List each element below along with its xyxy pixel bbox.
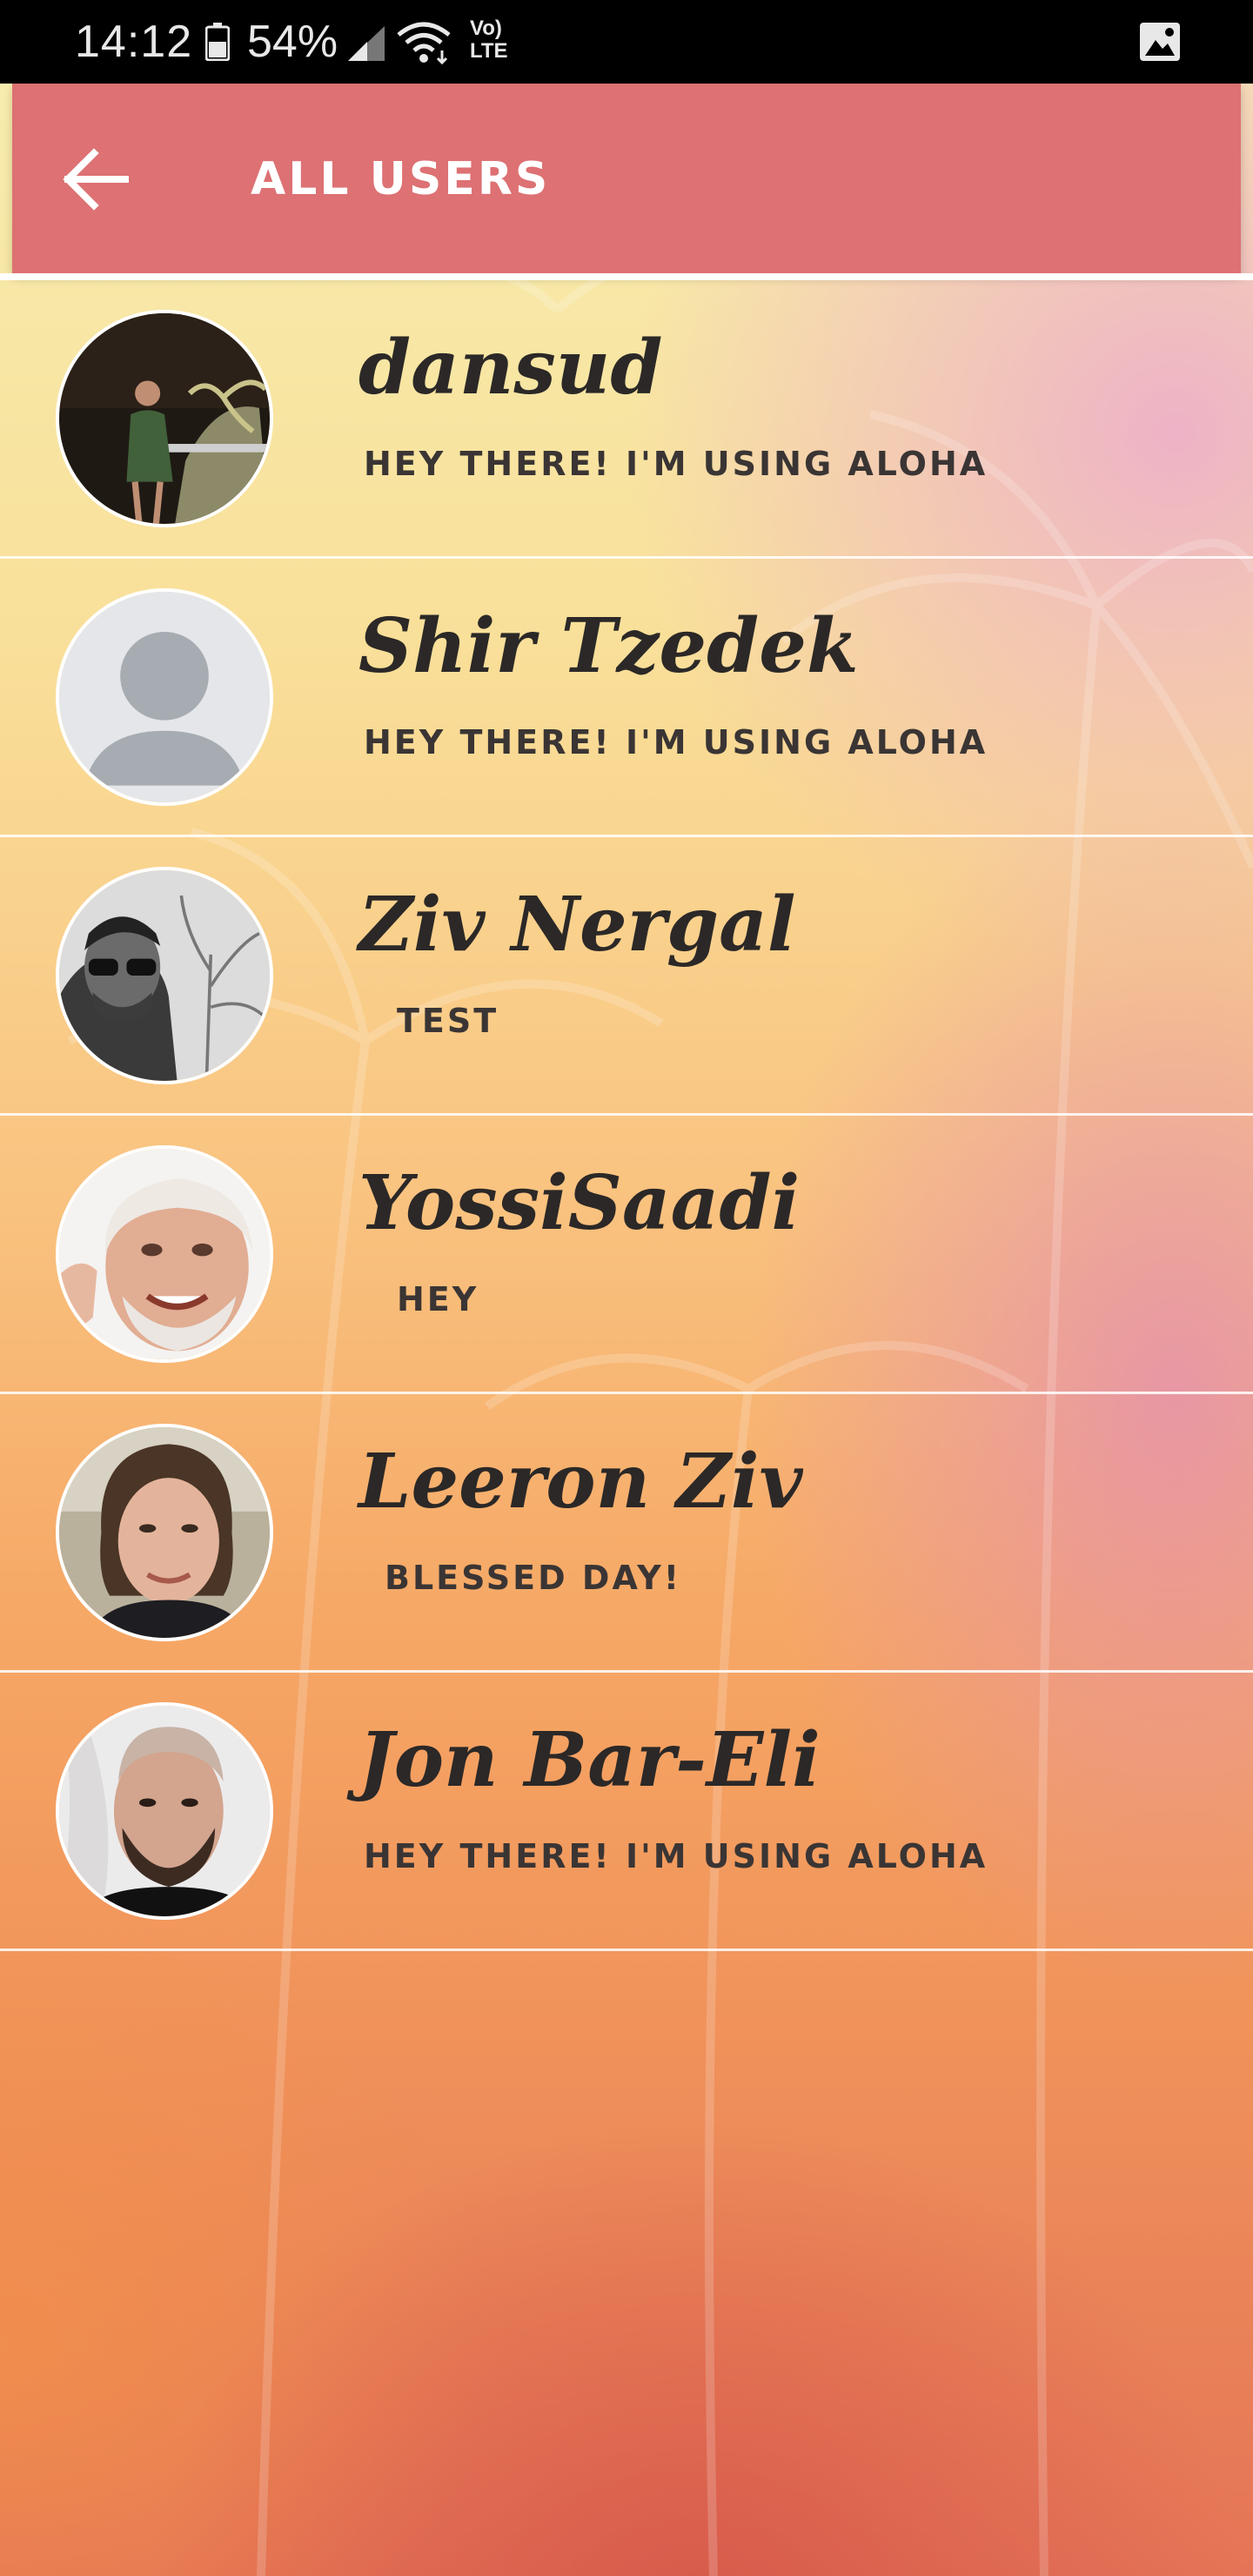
user-avatar[interactable] <box>56 867 273 1084</box>
user-status: HEY THERE! I'M USING ALOHA <box>364 723 988 761</box>
status-battery: 54% <box>247 17 338 67</box>
user-avatar[interactable] <box>56 310 273 527</box>
volte-bottom: LTE <box>470 39 508 63</box>
user-row[interactable]: Leeron Ziv BLESSED DAY! <box>0 1394 1253 1673</box>
image-icon <box>1140 23 1180 61</box>
user-name: Leeron Ziv <box>358 1438 803 1526</box>
page-title: ALL USERS <box>251 153 551 205</box>
status-bar: 14:12 54% Vo) LTE <box>0 0 1253 84</box>
user-row[interactable]: YossiSaadi HEY <box>0 1116 1253 1394</box>
default-avatar-icon <box>59 592 270 802</box>
user-status: HEY <box>397 1280 479 1318</box>
user-avatar[interactable] <box>56 588 273 806</box>
user-status: HEY THERE! I'M USING ALOHA <box>364 445 988 483</box>
user-name: Shir Tzedek <box>358 602 859 690</box>
user-list: dansud HEY THERE! I'M USING ALOHA Shir T… <box>0 280 1253 1951</box>
app-bar <box>12 84 1241 273</box>
battery-icon <box>205 23 230 61</box>
user-avatar[interactable] <box>56 1702 273 1920</box>
user-avatar[interactable] <box>56 1424 273 1641</box>
user-status: BLESSED DAY! <box>385 1559 682 1597</box>
user-name: Ziv Nergal <box>358 881 796 969</box>
status-time: 14:12 <box>75 17 193 67</box>
user-row[interactable]: Ziv Nergal TEST <box>0 837 1253 1116</box>
user-status: TEST <box>397 1002 499 1040</box>
volte-indicator: Vo) LTE <box>470 17 508 63</box>
user-status: HEY THERE! I'M USING ALOHA <box>364 1837 988 1875</box>
app-bar-divider <box>0 273 1253 280</box>
user-row[interactable]: Jon Bar-Eli HEY THERE! I'M USING ALOHA <box>0 1673 1253 1951</box>
user-name: dansud <box>358 324 663 412</box>
back-button[interactable] <box>57 144 136 214</box>
wifi-icon <box>397 22 451 64</box>
signal-icon <box>348 26 385 61</box>
user-row[interactable]: dansud HEY THERE! I'M USING ALOHA <box>0 280 1253 559</box>
user-name: YossiSaadi <box>358 1159 801 1247</box>
arrow-left-icon <box>63 148 129 211</box>
volte-top: Vo) <box>470 17 502 40</box>
user-row[interactable]: Shir Tzedek HEY THERE! I'M USING ALOHA <box>0 559 1253 837</box>
user-name: Jon Bar-Eli <box>358 1716 821 1804</box>
user-avatar[interactable] <box>56 1145 273 1363</box>
